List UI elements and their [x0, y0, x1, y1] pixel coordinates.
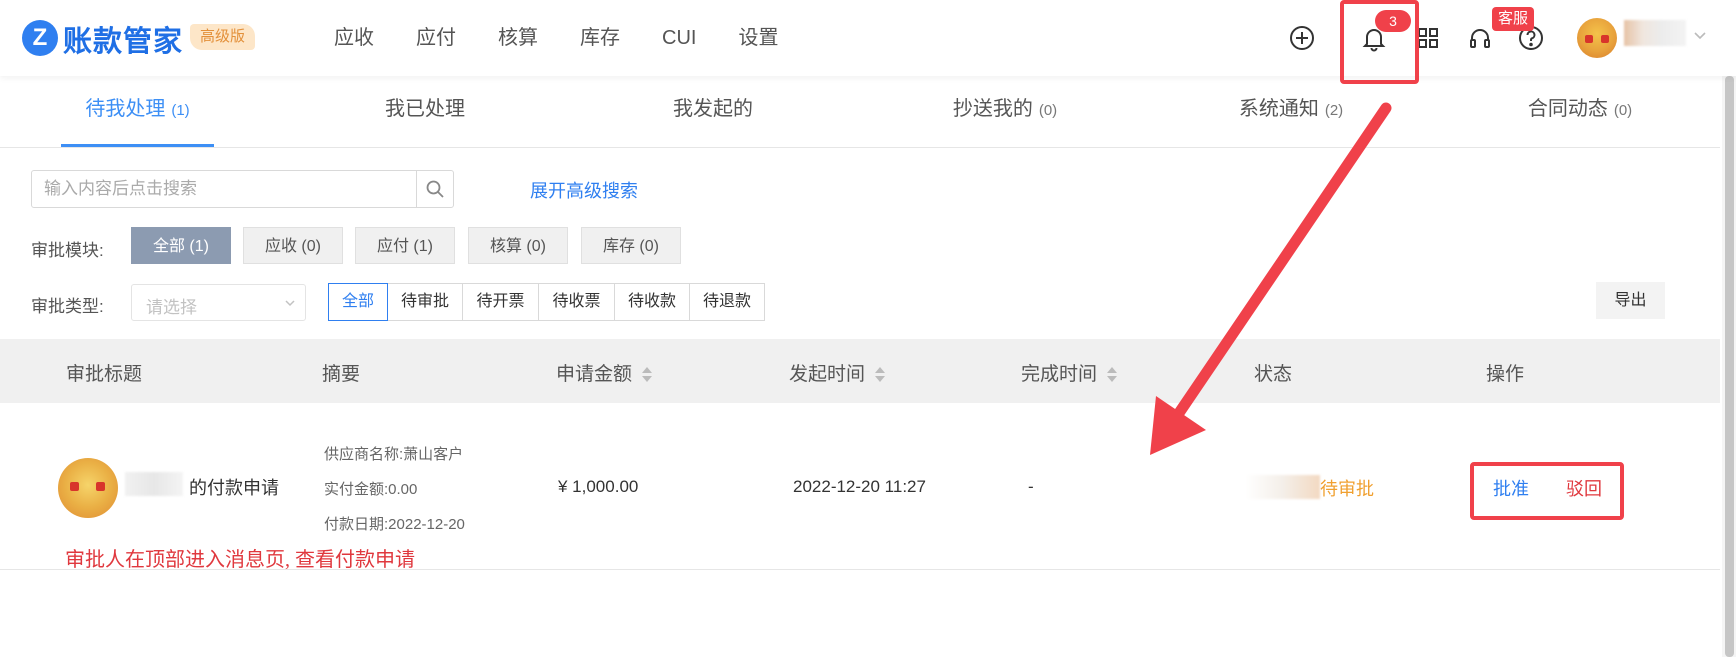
request-amount: ¥ 1,000.00: [558, 477, 639, 496]
customer-service-badge[interactable]: 客服: [1492, 7, 1535, 31]
module-btn-receivable[interactable]: 应收 (0): [243, 227, 343, 264]
tab-count: (0): [1038, 102, 1058, 119]
module-filter-label: 审批模块:: [31, 241, 104, 260]
status-seg-all[interactable]: 全部: [328, 283, 388, 321]
type-filter-label: 审批类型:: [31, 297, 104, 316]
status-seg-pending-invoice[interactable]: 待开票: [463, 283, 539, 321]
status-segmented-control: 全部 待审批 待开票 待收票 待收款 待退款: [328, 283, 765, 321]
nav-item-settings[interactable]: 设置: [738, 0, 778, 76]
active-tab-indicator: [61, 144, 214, 147]
column-header-status: 状态: [1254, 364, 1293, 385]
search-box: [31, 170, 454, 208]
user-avatar[interactable]: [1577, 18, 1617, 58]
tab-system-notice[interactable]: 系统通知 (2): [1216, 76, 1366, 148]
approval-type-select[interactable]: 请选择: [131, 284, 306, 321]
nav-item-receivable[interactable]: 应收: [334, 0, 374, 76]
nav-item-payable[interactable]: 应付: [416, 0, 456, 76]
tab-cc-me[interactable]: 抄送我的 (0): [930, 76, 1080, 148]
summary-payment-date: 付款日期:2022-12-20: [324, 516, 465, 533]
status-seg-pending-collection[interactable]: 待收款: [615, 283, 690, 321]
module-btn-accounting[interactable]: 核算 (0): [468, 227, 568, 264]
brand-name[interactable]: 账款管家: [63, 18, 183, 60]
annotation-note: 审批人在顶部进入消息页, 查看付款申请: [65, 549, 415, 571]
module-btn-inventory[interactable]: 库存 (0): [581, 227, 681, 264]
tab-label: 我已处理: [385, 98, 465, 120]
column-header-title: 审批标题: [66, 364, 143, 385]
chevron-down-icon: [283, 296, 297, 310]
bell-highlight-box: [1340, 0, 1419, 84]
plus-circle-icon[interactable]: [1286, 22, 1318, 54]
tab-initiated[interactable]: 我发起的: [643, 76, 783, 148]
tab-label: 抄送我的: [952, 98, 1033, 120]
summary-supplier: 供应商名称:萧山客户: [324, 446, 464, 463]
tab-pending-me[interactable]: 待我处理 (1): [61, 76, 214, 148]
tab-label: 合同动态: [1527, 98, 1608, 120]
chevron-down-icon[interactable]: [1691, 26, 1709, 44]
message-tabs: 待我处理 (1) 我已处理 我发起的 抄送我的 (0) 系统通知 (2) 合同动态 (0…: [0, 76, 1720, 148]
finish-time: -: [1028, 477, 1034, 496]
user-name-redacted[interactable]: [1624, 20, 1686, 46]
column-header-amount[interactable]: 申请金额: [556, 359, 653, 386]
nav-item-accounting[interactable]: 核算: [498, 0, 538, 76]
brand-logo-icon[interactable]: Z: [22, 20, 58, 56]
sort-icon[interactable]: [875, 366, 886, 383]
applicant-name-redacted: [125, 472, 183, 496]
tab-processed[interactable]: 我已处理: [355, 76, 495, 148]
actions-highlight-box: [1470, 462, 1624, 520]
column-header-start-time[interactable]: 发起时间: [789, 359, 886, 386]
column-header-summary: 摘要: [322, 364, 361, 385]
tab-contract-updates[interactable]: 合同动态 (0): [1505, 76, 1655, 148]
module-btn-payable[interactable]: 应付 (1): [355, 227, 455, 264]
edition-badge: 高级版: [190, 24, 256, 50]
status-badge: 待审批: [1320, 479, 1374, 499]
search-icon: [426, 180, 444, 198]
top-navbar: Z 账款管家 高级版 应收 应付 核算 库存 CUI 设置 3 客服: [0, 0, 1736, 76]
tab-count: (2): [1324, 102, 1344, 119]
search-button[interactable]: [416, 171, 453, 207]
export-button[interactable]: 导出: [1596, 282, 1665, 319]
tab-count: (1): [171, 102, 190, 119]
status-seg-pending-refund[interactable]: 待退款: [690, 283, 765, 321]
status-prefix-redacted: [1245, 475, 1320, 499]
sort-icon[interactable]: [642, 366, 653, 383]
nav-item-cui[interactable]: CUI: [662, 0, 696, 76]
summary-paid-amount: 实付金额:0.00: [324, 481, 418, 498]
column-header-actions: 操作: [1486, 364, 1525, 385]
scrollbar-thumb[interactable]: [1725, 76, 1734, 657]
search-input[interactable]: [32, 171, 412, 207]
tab-count: (0): [1613, 102, 1633, 119]
tab-label: 待我处理: [85, 98, 166, 120]
approval-title[interactable]: 的付款申请: [189, 474, 279, 500]
advanced-search-link[interactable]: 展开高级搜索: [530, 177, 638, 203]
status-seg-pending-receipt[interactable]: 待收票: [539, 283, 615, 321]
tab-label: 系统通知: [1238, 98, 1319, 120]
select-placeholder: 请选择: [146, 298, 197, 317]
sort-icon[interactable]: [1107, 366, 1118, 383]
main-nav: 应收 应付 核算 库存 CUI 设置: [334, 0, 820, 76]
nav-item-inventory[interactable]: 库存: [580, 0, 620, 76]
module-btn-all[interactable]: 全部 (1): [131, 227, 231, 264]
table-header: 审批标题 摘要 申请金额 发起时间 完成时间 状态 操作: [0, 339, 1720, 403]
status-seg-pending-approval[interactable]: 待审批: [388, 283, 463, 321]
column-header-finish-time[interactable]: 完成时间: [1021, 359, 1118, 386]
applicant-avatar: [58, 458, 118, 518]
tab-label: 我发起的: [673, 98, 753, 120]
start-time: 2022-12-20 11:27: [793, 477, 926, 496]
